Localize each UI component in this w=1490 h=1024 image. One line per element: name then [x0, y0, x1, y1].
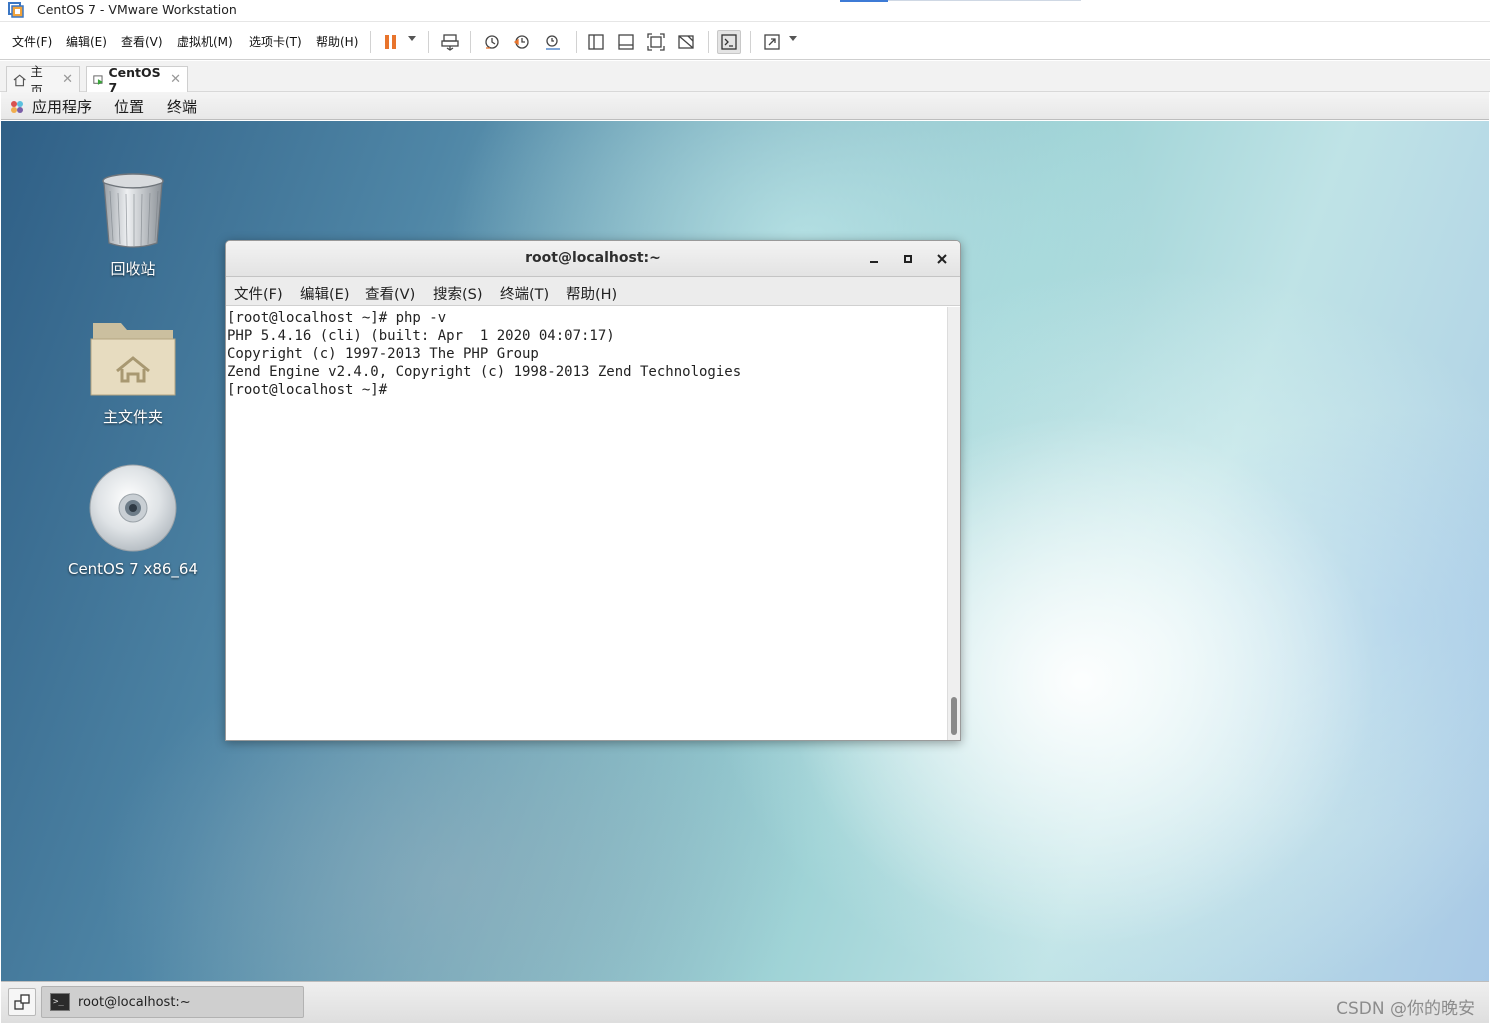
desktop-icon-disc[interactable]: CentOS 7 x86_64: [63, 463, 203, 578]
terminal-titlebar[interactable]: root@localhost:~: [226, 241, 960, 277]
terminal-menu-bar: 文件(F) 编辑(E) 查看(V) 搜索(S) 终端(T) 帮助(H): [226, 277, 960, 306]
disc-icon: [89, 464, 177, 552]
terminal-window: root@localhost:~ 文件(F) 编辑(E) 查看(V) 搜索(S)…: [225, 240, 961, 741]
menu-edit[interactable]: 编辑(E): [66, 33, 107, 50]
vmware-app-icon: [8, 2, 24, 18]
menu-help[interactable]: 帮助(H): [316, 33, 358, 50]
window-title: CentOS 7 - VMware Workstation: [37, 2, 237, 17]
thumbnail-view-icon[interactable]: [614, 30, 638, 54]
terminal-icon: >_: [50, 993, 70, 1011]
tab-home[interactable]: 主页 ✕: [6, 64, 80, 98]
terminal-title: root@localhost:~: [525, 250, 661, 266]
toolbar-separator: [576, 31, 577, 53]
menu-tabs[interactable]: 选项卡(T): [249, 33, 302, 50]
terminal-menu-file[interactable]: 文件(F): [234, 283, 283, 304]
toolbar-separator: [750, 31, 751, 53]
stretch-icon[interactable]: [760, 30, 784, 54]
taskbar-item-terminal[interactable]: >_ root@localhost:~: [41, 986, 304, 1018]
fullscreen-icon[interactable]: [644, 30, 668, 54]
desktop-icon-home-folder-label: 主文件夹: [102, 408, 163, 426]
applications-menu-icon: [11, 101, 23, 113]
desktop-icon-home-folder[interactable]: 主文件夹: [63, 317, 203, 427]
desktop-icon-disc-label: CentOS 7 x86_64: [67, 560, 199, 578]
terminal-scrollbar[interactable]: [947, 307, 960, 740]
desktop-icon-trash[interactable]: 回收站: [63, 171, 203, 279]
vm-tab-strip: 主页 ✕ CentOS 7 ✕: [0, 61, 1490, 98]
show-desktop-button[interactable]: [8, 988, 36, 1016]
maximize-icon[interactable]: [898, 249, 918, 269]
watermark: CSDN @你的晚安: [1336, 999, 1475, 1019]
terminal-scrollbar-thumb[interactable]: [951, 697, 957, 735]
menu-file[interactable]: 文件(F): [12, 33, 52, 50]
terminal-menu-terminal[interactable]: 终端(T): [500, 283, 549, 304]
terminal-output[interactable]: [root@localhost ~]# php -v PHP 5.4.16 (cl…: [226, 307, 948, 740]
panel-applications[interactable]: 应用程序: [32, 96, 92, 117]
menu-view[interactable]: 查看(V): [121, 33, 163, 50]
title-accent-line: [888, 0, 1081, 1]
taskbar-item-label: root@localhost:~: [78, 994, 191, 1010]
snapshot-take-icon[interactable]: [480, 30, 504, 54]
pause-icon[interactable]: [379, 30, 403, 54]
panel-places[interactable]: 位置: [114, 96, 144, 117]
guest-desktop: 回收站 主文件夹 CentOS 7 x86_64 root@localhost:…: [1, 121, 1489, 981]
terminal-line: Zend Engine v2.4.0, Copyright (c) 1998-2…: [227, 364, 742, 380]
close-icon[interactable]: ✕: [170, 72, 181, 87]
console-view-icon[interactable]: [717, 30, 741, 54]
gnome-taskbar: >_ root@localhost:~ CSDN @你的晚安: [1, 981, 1489, 1023]
terminal-menu-edit[interactable]: 编辑(E): [300, 283, 349, 304]
terminal-prompt-line: [root@localhost ~]#: [227, 382, 396, 398]
vmware-menu-toolbar: 文件(F) 编辑(E) 查看(V) 虚拟机(M) 选项卡(T) 帮助(H): [0, 23, 1490, 60]
show-desktop-icon: [14, 994, 30, 1010]
terminal-line: PHP 5.4.16 (cli) (built: Apr 1 2020 04:0…: [227, 328, 615, 344]
vm-tab-icon: [93, 74, 103, 85]
stretch-dropdown-icon[interactable]: [789, 36, 797, 41]
terminal-line: [root@localhost ~]# php -v: [227, 310, 447, 326]
terminal-menu-search[interactable]: 搜索(S): [433, 283, 483, 304]
vmware-title-bar: CentOS 7 - VMware Workstation: [0, 0, 1490, 22]
home-folder-icon: [90, 323, 176, 396]
terminal-menu-view[interactable]: 查看(V): [365, 283, 415, 304]
terminal-line: Copyright (c) 1997-2013 The PHP Group: [227, 346, 539, 362]
desktop-icon-trash-label: 回收站: [110, 260, 156, 278]
trash-icon: [102, 173, 164, 248]
toolbar-separator: [370, 31, 371, 53]
library-view-icon[interactable]: [584, 30, 608, 54]
gnome-top-panel: 应用程序 位置 终端: [1, 92, 1489, 120]
toolbar-separator: [428, 31, 429, 53]
minimize-icon[interactable]: [864, 249, 884, 269]
snapshot-manager-icon[interactable]: [541, 30, 565, 54]
close-icon[interactable]: ✕: [62, 72, 73, 87]
terminal-menu-help[interactable]: 帮助(H): [566, 283, 617, 304]
unity-icon[interactable]: [674, 30, 698, 54]
send-ctrl-alt-del-icon[interactable]: [438, 30, 462, 54]
tab-centos[interactable]: CentOS 7 ✕: [86, 64, 188, 95]
toolbar-separator: [470, 31, 471, 53]
title-accent: [840, 0, 888, 2]
menu-vm[interactable]: 虚拟机(M): [177, 33, 233, 50]
close-icon[interactable]: [932, 249, 952, 269]
tab-centos-label: CentOS 7: [108, 64, 161, 95]
pause-dropdown-icon[interactable]: [408, 36, 416, 41]
toolbar-separator: [708, 31, 709, 53]
panel-terminal[interactable]: 终端: [167, 96, 197, 117]
snapshot-revert-icon[interactable]: [510, 30, 534, 54]
home-icon: [13, 74, 26, 86]
